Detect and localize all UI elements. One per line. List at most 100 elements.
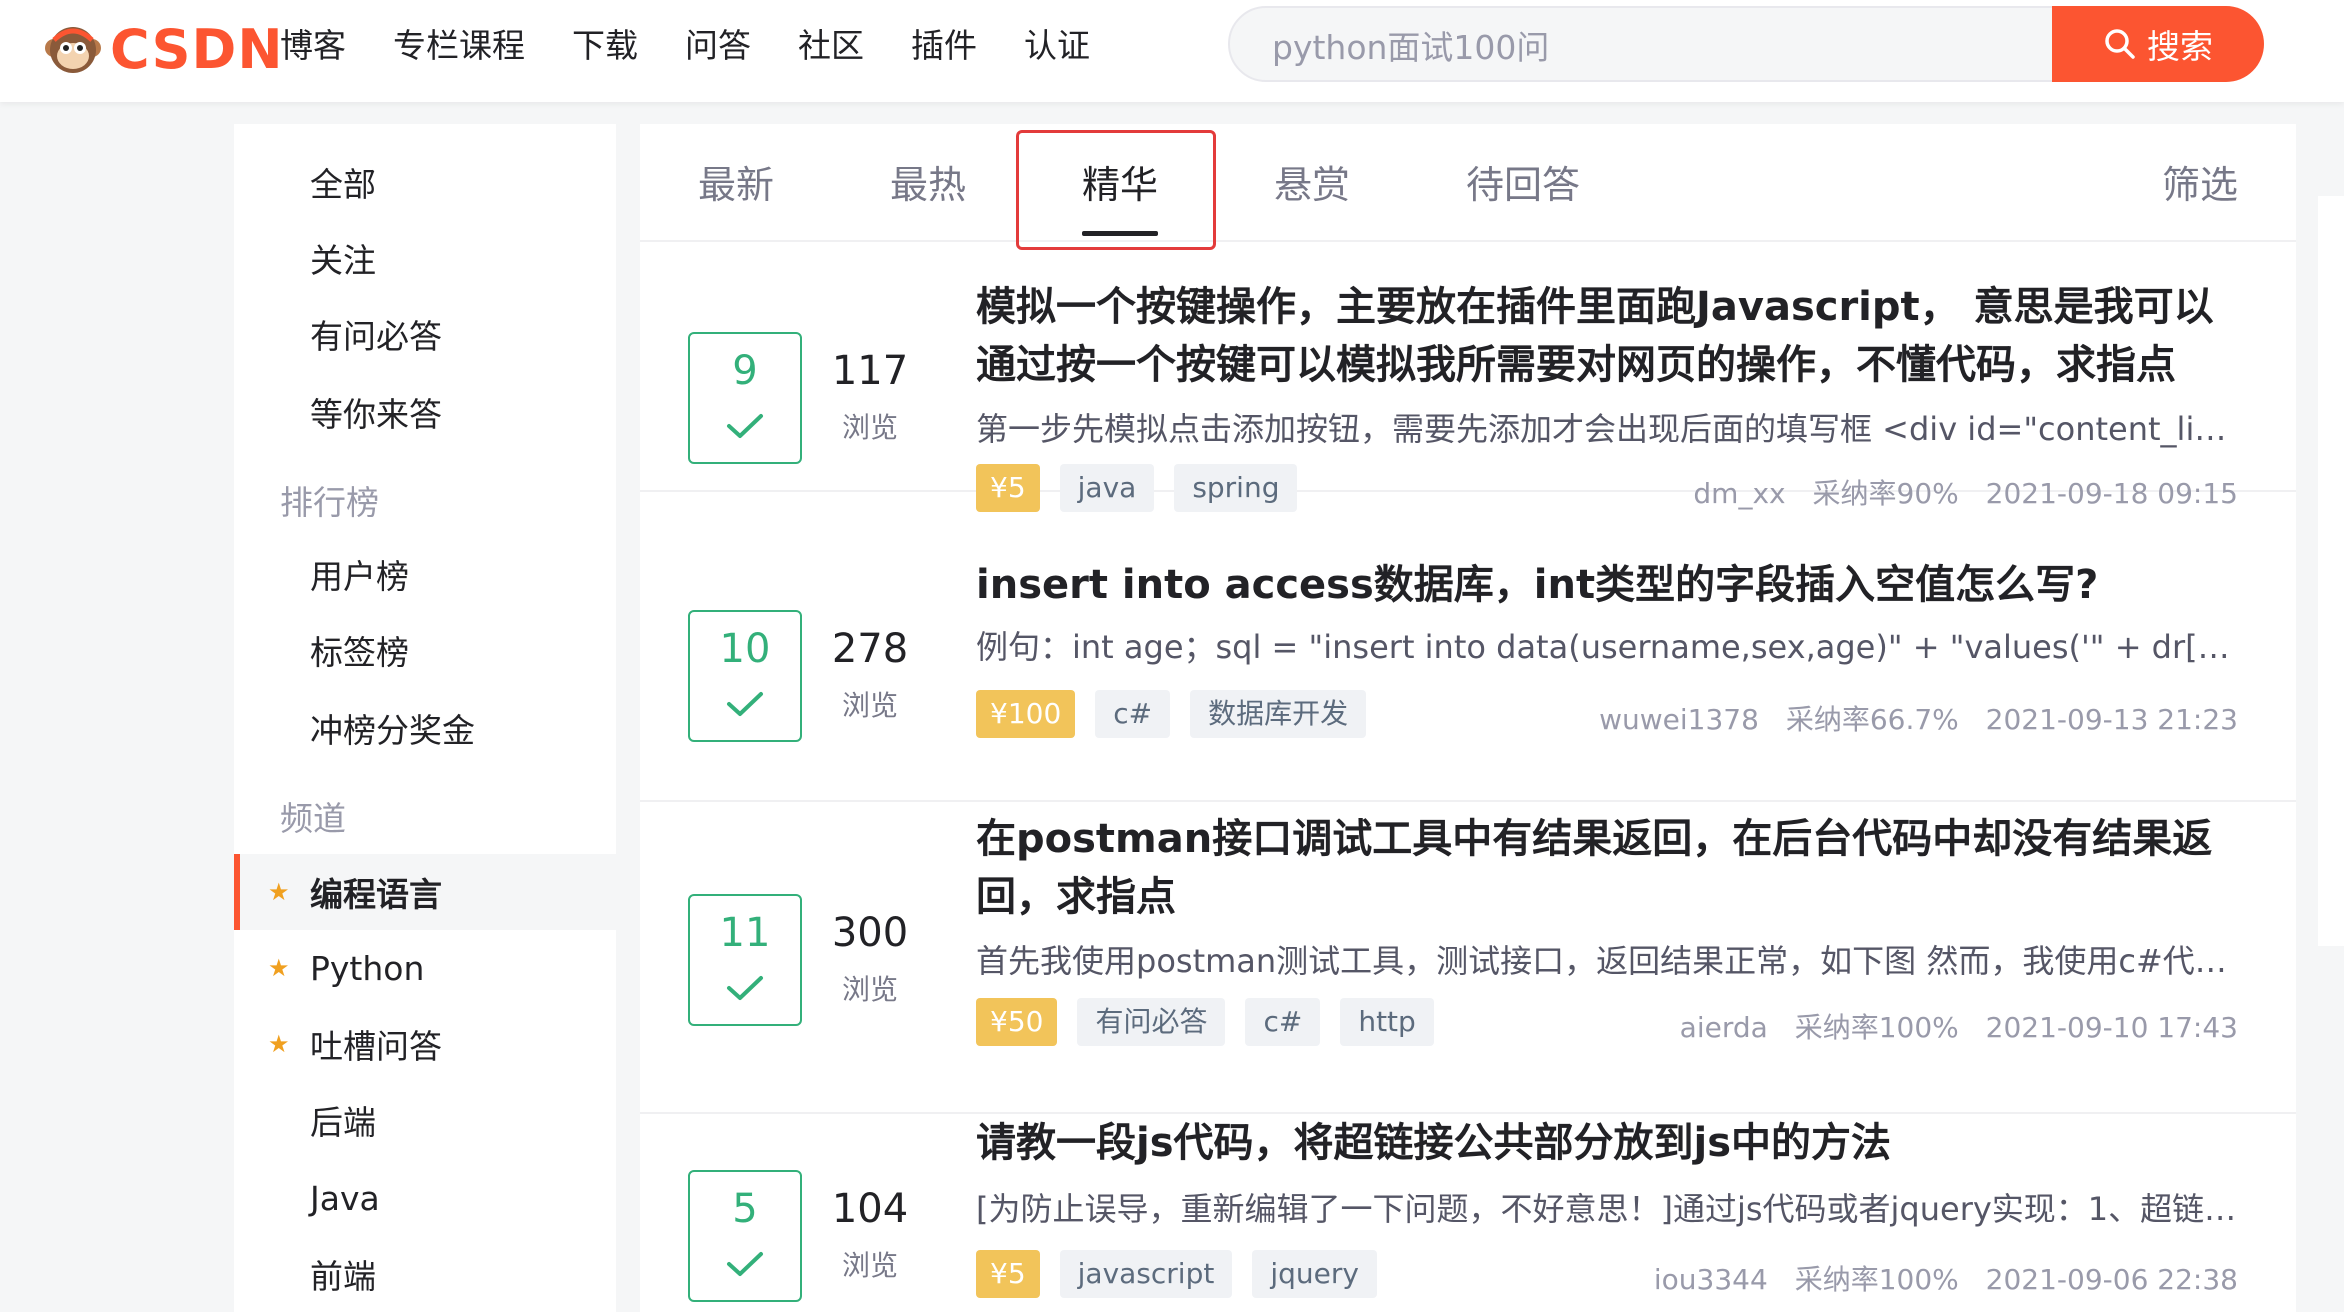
author-name[interactable]: iou3344 (1654, 1263, 1768, 1296)
author-name[interactable]: wuwei1378 (1599, 703, 1759, 736)
top-header: CSDN 博客 专栏课程 下载 问答 社区 插件 认证 搜索 (0, 0, 2344, 102)
nav-certification[interactable]: 认证 (1024, 19, 1090, 67)
view-count: 278 浏览 (820, 626, 920, 724)
question-title[interactable]: 在postman接口调试工具中有结果返回，在后台代码中却没有结果返回，求指点 (976, 810, 2238, 926)
question-row[interactable]: 5 104 浏览 请教一段js代码，将超链接公共部分放到js中的方法 [为防止误… (640, 1114, 2296, 1312)
question-tags: ¥50 有问必答 c# http (976, 998, 1454, 1046)
answer-count-badge: 5 (688, 1170, 802, 1302)
answer-count: 10 (719, 626, 771, 672)
acceptance-rate: 采纳率90% (1812, 477, 1959, 510)
check-icon (727, 976, 763, 1000)
sidebar-item-frontend[interactable]: 前端 (234, 1236, 616, 1312)
sidebar-item-label: 用户榜 (310, 557, 409, 596)
bounty-badge: ¥100 (976, 690, 1076, 738)
view-count-number: 278 (831, 626, 909, 672)
sidebar-item-must-answer[interactable]: 有问必答 (234, 296, 616, 372)
sidebar-item-rank-prize[interactable]: 冲榜分奖金 (234, 690, 616, 766)
view-count-label: 浏览 (841, 411, 898, 444)
main-nav: 博客 专栏课程 下载 问答 社区 插件 认证 (280, 0, 1137, 86)
tag-spring[interactable]: spring (1174, 464, 1298, 512)
tag-http[interactable]: http (1340, 998, 1434, 1046)
question-row[interactable]: 11 300 浏览 在postman接口调试工具中有结果返回，在后台代码中却没有… (640, 802, 2296, 1114)
view-count: 104 浏览 (820, 1186, 920, 1284)
tab-featured[interactable]: 精华 (1082, 154, 1158, 209)
question-list-panel: 最新 最热 精华 悬赏 待回答 筛选 9 117 浏览 模拟一个按键操作，主要放… (640, 124, 2296, 1312)
acceptance-rate: 采纳率100% (1794, 1263, 1959, 1296)
sidebar-item-label: 等你来答 (310, 395, 442, 434)
tag-javascript[interactable]: javascript (1059, 1250, 1233, 1298)
question-title[interactable]: 请教一段js代码，将超链接公共部分放到js中的方法 (976, 1114, 2238, 1172)
tab-latest[interactable]: 最新 (698, 154, 774, 209)
question-title[interactable]: 模拟一个按键操作，主要放在插件里面跑Javascript， 意思是我可以通过按一… (976, 278, 2238, 394)
question-meta: aierda 采纳率100% 2021-09-10 17:43 (1680, 1006, 2238, 1046)
view-count-label: 浏览 (841, 689, 898, 722)
answer-count-badge: 10 (688, 610, 802, 742)
filter-button[interactable]: 筛选 (2162, 154, 2238, 209)
author-name[interactable]: aierda (1680, 1011, 1768, 1044)
post-time: 2021-09-10 17:43 (1985, 1011, 2238, 1044)
right-panel-edge (2318, 196, 2344, 946)
left-sidebar: 全部 关注 有问必答 等你来答 排行榜 用户榜 标签榜 冲榜分奖金 频道 ★ 编… (234, 124, 616, 1312)
sidebar-item-programming[interactable]: ★ 编程语言 (234, 854, 616, 930)
sidebar-item-waiting[interactable]: 等你来答 (234, 374, 616, 450)
tab-unanswered[interactable]: 待回答 (1466, 154, 1580, 209)
sidebar-item-rant[interactable]: ★ 吐槽问答 (234, 1006, 616, 1082)
view-count-number: 117 (831, 348, 909, 394)
sidebar-item-user-rank[interactable]: 用户榜 (234, 536, 616, 612)
view-count-label: 浏览 (841, 1249, 898, 1282)
sidebar-item-label: 有问必答 (310, 317, 442, 356)
nav-download[interactable]: 下载 (572, 19, 638, 67)
tag-csharp[interactable]: c# (1095, 690, 1171, 738)
question-tags: ¥5 javascript jquery (976, 1250, 1397, 1298)
view-count-number: 300 (831, 910, 909, 956)
search-icon (2105, 29, 2135, 59)
question-row[interactable]: 9 117 浏览 模拟一个按键操作，主要放在插件里面跑Javascript， 意… (640, 242, 2296, 512)
nav-qa[interactable]: 问答 (685, 19, 751, 67)
nav-blog[interactable]: 博客 (280, 19, 346, 67)
sidebar-item-label: 吐槽问答 (310, 1027, 442, 1066)
view-count: 300 浏览 (820, 910, 920, 1008)
check-icon (727, 692, 763, 716)
acceptance-rate: 采纳率66.7% (1785, 703, 1959, 736)
sidebar-item-python[interactable]: ★ Python (234, 930, 616, 1006)
question-meta: dm_xx 采纳率90% 2021-09-18 09:15 (1693, 472, 2238, 512)
check-icon (727, 1252, 763, 1276)
answer-count-badge: 9 (688, 332, 802, 464)
csdn-logo[interactable]: CSDN (42, 14, 284, 84)
tab-hottest[interactable]: 最热 (890, 154, 966, 209)
author-name[interactable]: dm_xx (1693, 477, 1785, 510)
sidebar-item-tag-rank[interactable]: 标签榜 (234, 612, 616, 688)
question-excerpt: 第一步先模拟点击添加按钮，需要先添加才会出现后面的填写框 <div id="co… (976, 410, 2238, 448)
bounty-badge: ¥5 (976, 464, 1040, 512)
tab-bounty[interactable]: 悬赏 (1274, 154, 1350, 209)
tag-csharp[interactable]: c# (1245, 998, 1321, 1046)
answer-count: 11 (719, 910, 771, 956)
nav-community[interactable]: 社区 (798, 19, 864, 67)
answer-count-badge: 11 (688, 894, 802, 1026)
post-time: 2021-09-18 09:15 (1985, 477, 2238, 510)
sidebar-item-label: 编程语言 (310, 875, 442, 914)
sidebar-heading-channel: 频道 (280, 799, 346, 838)
tag-database-dev[interactable]: 数据库开发 (1190, 690, 1367, 738)
question-title[interactable]: insert into access数据库，int类型的字段插入空值怎么写? (976, 556, 2238, 614)
star-icon: ★ (268, 1030, 290, 1058)
search-button-label: 搜索 (2147, 27, 2213, 66)
active-tab-indicator (1082, 231, 1158, 236)
sidebar-item-backend[interactable]: 后端 (234, 1082, 616, 1158)
monkey-mascot-icon (45, 27, 101, 73)
sidebar-item-all[interactable]: 全部 (234, 144, 616, 220)
sidebar-item-java[interactable]: Java (234, 1160, 616, 1236)
nav-courses[interactable]: 专栏课程 (393, 19, 525, 67)
tag-jquery[interactable]: jquery (1252, 1250, 1377, 1298)
tag-java[interactable]: java (1059, 464, 1155, 512)
sidebar-item-following[interactable]: 关注 (234, 220, 616, 296)
sidebar-item-label: 前端 (310, 1257, 376, 1296)
nav-plugins[interactable]: 插件 (911, 19, 977, 67)
search-button[interactable]: 搜索 (2052, 6, 2264, 82)
tag-must-answer[interactable]: 有问必答 (1077, 998, 1226, 1046)
question-excerpt: 首先我使用postman测试工具，测试接口，返回结果正常，如下图 然而，我使用c… (976, 942, 2238, 980)
post-time: 2021-09-13 21:23 (1985, 703, 2238, 736)
star-icon: ★ (268, 954, 290, 982)
check-icon (727, 414, 763, 438)
question-row[interactable]: 10 278 浏览 insert into access数据库，int类型的字段… (640, 552, 2296, 802)
